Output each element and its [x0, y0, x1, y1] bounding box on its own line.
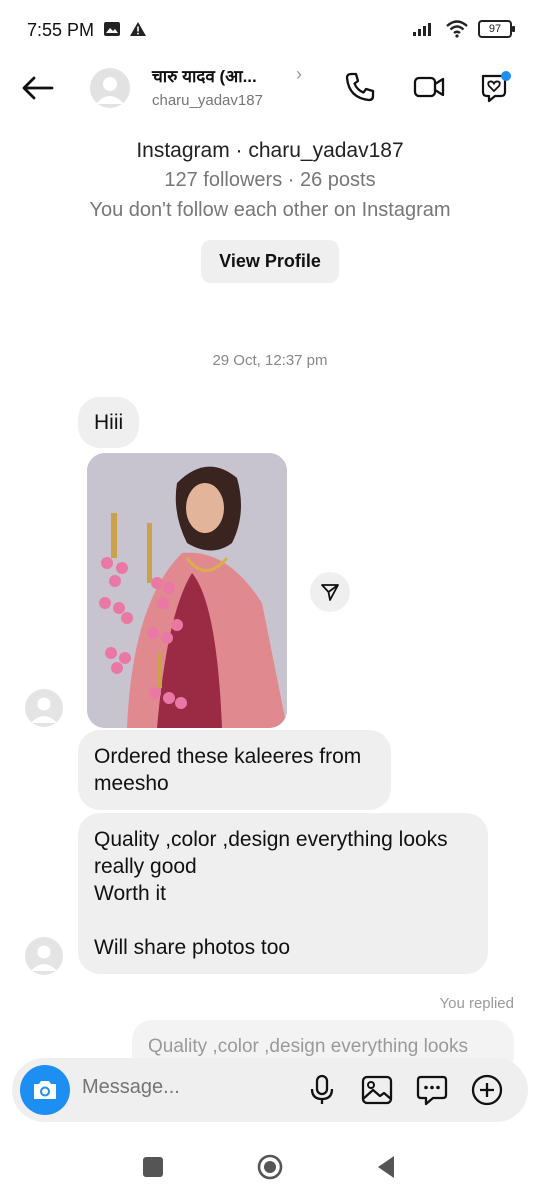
view-profile-button[interactable]: View Profile [201, 240, 339, 283]
avatar[interactable] [25, 689, 63, 727]
microphone-icon[interactable] [305, 1073, 339, 1107]
profile-platform-line: Instagram · charu_yadav187 [136, 139, 404, 162]
alert-icon [130, 22, 146, 36]
back-arrow-icon[interactable] [18, 72, 58, 104]
signal-icon [413, 23, 431, 36]
phone-icon[interactable] [343, 70, 377, 104]
chevron-right-icon[interactable]: › [296, 64, 302, 85]
contact-username[interactable]: charu_yadav187 [152, 92, 263, 109]
message-input[interactable] [82, 1076, 282, 1099]
battery-indicator: 97 [478, 20, 515, 38]
status-system-icons: 97 [412, 20, 515, 38]
photo-kaleeres-image [87, 453, 287, 728]
share-button[interactable] [310, 572, 350, 612]
replied-label: You replied [439, 995, 514, 1012]
message-photo[interactable] [87, 453, 287, 728]
gallery-notification-icon [104, 22, 120, 36]
camera-button[interactable] [20, 1065, 70, 1115]
profile-stats: 127 followers · 26 posts [164, 169, 376, 191]
reply-preview-text: Quality ,color ,design everything looks [148, 1036, 468, 1057]
home-button[interactable] [257, 1154, 283, 1180]
system-back-button[interactable] [374, 1154, 398, 1180]
message-bubble[interactable]: Ordered these kaleeres from meesho [78, 730, 391, 810]
follow-status: You don't follow each other on Instagram [89, 199, 451, 221]
avatar[interactable] [90, 68, 130, 108]
heart-chat-icon[interactable] [477, 70, 511, 104]
recents-button[interactable] [143, 1157, 163, 1177]
gallery-icon[interactable] [360, 1073, 394, 1107]
avatar[interactable] [25, 937, 63, 975]
chat-header: चारु यादव (आ... › charu_yadav187 [0, 56, 540, 118]
wifi-icon [446, 20, 468, 38]
message-timestamp: 29 Oct, 12:37 pm [212, 352, 328, 369]
sticker-chat-icon[interactable] [415, 1073, 449, 1107]
message-composer [12, 1058, 528, 1122]
status-notification-icons [103, 21, 147, 37]
video-camera-icon[interactable] [412, 70, 446, 104]
plus-circle-icon[interactable] [470, 1073, 504, 1107]
contact-name[interactable]: चारु यादव (आ... [152, 64, 257, 87]
message-bubble[interactable]: Quality ,color ,design everything looks … [78, 813, 488, 974]
message-bubble[interactable]: Hiii [78, 397, 140, 448]
camera-icon [34, 1081, 56, 1099]
paper-plane-icon [321, 584, 339, 601]
status-time: 7:55 PM [27, 20, 95, 40]
